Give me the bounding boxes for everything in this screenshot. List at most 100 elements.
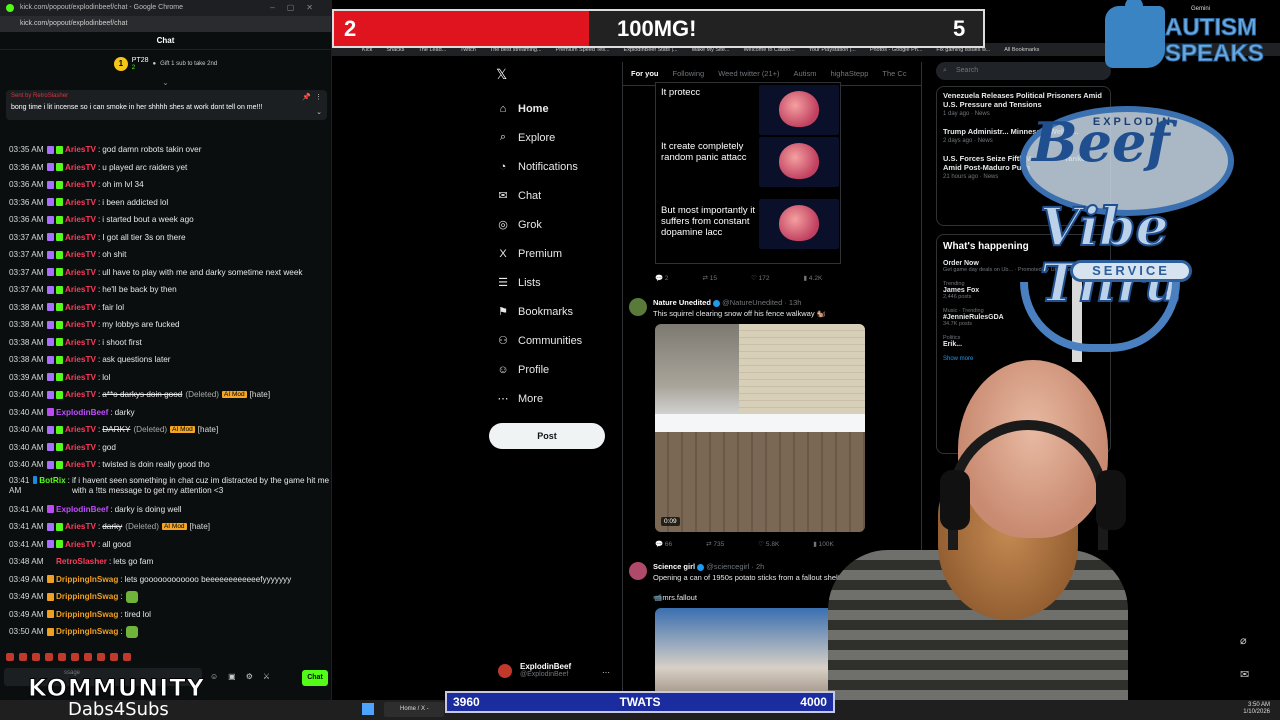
timeline-tab[interactable]: The Cc [882,69,906,78]
emote-icon[interactable]: ☺ [210,672,218,681]
chat-username[interactable]: DrippingInSwag [56,610,118,619]
chat-send-button[interactable]: Chat [302,670,328,686]
pinned-text: bong time i lit incense so i can smoke i… [11,104,263,111]
emote-bar[interactable] [0,650,332,664]
meme-image[interactable]: It protecc It create completely random p… [655,82,841,264]
chat-username[interactable]: DrippingInSwag [56,627,118,636]
repost-button[interactable]: ⇄ 15 [703,274,718,282]
views-button[interactable]: ▮ 4.2K [804,274,823,282]
more-icon[interactable]: ⋮ [315,93,322,101]
chat-username[interactable]: RetroSlasher [56,557,107,566]
message-timestamp: 03:41 AM [9,522,44,532]
reply-button[interactable]: 💬 2 [655,274,669,282]
nav-profile[interactable]: ☺ Profile [492,355,632,384]
chat-username[interactable]: DrippingInSwag [56,592,118,601]
nav-home[interactable]: ⌂ Home [492,94,632,123]
address-bar[interactable]: kick.com/popout/explodinbeef/chat [0,16,331,32]
gifter-leaderboard[interactable]: 1 PT28 2 ● Gift 1 sub to take 2nd [0,50,331,78]
emote-icon [125,625,138,638]
sub-badge-icon [47,425,54,434]
mod-icon[interactable]: ⚔ [263,672,270,681]
nav-label: Premium [518,247,563,260]
chat-message: 03:40 AM AriesTV: a**o darkys doin good (De… [9,390,271,400]
chat-username[interactable]: AriesTV [65,163,96,172]
collapse-icon[interactable]: ⌄ [316,108,322,116]
avatar[interactable] [629,562,647,580]
sub-badge-icon [47,250,54,259]
sub-badge-icon [47,233,54,242]
taskbar-chrome-item[interactable]: Home / X - Goo... [384,702,444,717]
message-timestamp: 03:36 AM [9,215,44,225]
chat-username[interactable]: AriesTV [65,250,96,259]
sub-badge-icon [47,443,54,452]
chat-username[interactable]: ExplodinBeef [56,408,108,417]
chat-username[interactable]: AriesTV [65,303,96,312]
chat-username[interactable]: AriesTV [65,198,96,207]
ai-mod-badge: AI Mod [222,391,247,399]
nav-notifications[interactable]: ◔ Notifications [492,152,632,181]
verified-badge-icon [56,425,63,434]
settings-icon[interactable]: ⚙ [246,672,253,681]
chat-username[interactable]: AriesTV [65,390,96,399]
emote-icon [125,590,138,603]
chat-message: 03:49 AM DrippingInSwag: lets gooooooooooo… [9,574,292,584]
reply-button[interactable]: 💬 66 [655,540,672,548]
x-logo-icon[interactable]: 𝕏 [496,66,632,94]
chat-username[interactable]: AriesTV [65,285,96,294]
pin-icon[interactable]: 📌 [302,93,311,101]
chat-username[interactable]: AriesTV [65,425,96,434]
post2-header: Nature Unedited @NatureUnedited · 13h [653,298,802,307]
timeline-tab[interactable]: For you [631,69,659,78]
chat-username[interactable]: DrippingInSwag [56,575,118,584]
nav-communities[interactable]: ⚇ Communities [492,326,632,355]
chat-username[interactable]: AriesTV [65,373,96,382]
like-button[interactable]: ♡ 5.8K [758,540,779,548]
timeline-tab[interactable]: Weed twitter (21+) [718,69,779,78]
repost-button[interactable]: ⇄ 735 [706,540,724,548]
chat-username[interactable]: AriesTV [65,215,96,224]
account-more-icon[interactable]: ⋯ [602,668,610,677]
ai-mod-badge: AI Mod [170,426,195,434]
nav-grok[interactable]: ◎ Grok [492,210,632,239]
message-text: darky [102,522,123,532]
autism-speaks-logo: AUTISM SPEAKS [1105,0,1275,74]
timeline-tab[interactable]: Autism [794,69,817,78]
chat-username[interactable]: AriesTV [65,355,96,364]
timeline-tab[interactable]: Following [673,69,705,78]
post-button[interactable]: Post [489,423,605,449]
chat-username[interactable]: BotRix [39,476,65,486]
like-button[interactable]: ♡ 172 [751,274,770,282]
all-bookmarks[interactable]: All Bookmarks [1004,47,1039,53]
gift-icon[interactable]: ▣ [228,672,236,681]
chat-username[interactable]: AriesTV [65,180,96,189]
chat-username[interactable]: AriesTV [65,338,96,347]
message-text: i shoot first [102,337,142,347]
chevron-down-icon[interactable]: ⌄ [0,78,331,88]
chat-username[interactable]: AriesTV [65,268,96,277]
chat-username[interactable]: ExplodinBeef [56,505,108,514]
nav-lists[interactable]: ☰ Lists [492,268,632,297]
message-text: DARKY [102,425,131,435]
account-switcher[interactable]: ExplodinBeef @ExplodinBeef [520,662,571,678]
message-text: oh im lvl 34 [102,180,144,190]
chat-username[interactable]: AriesTV [65,233,96,242]
windows-start-icon[interactable] [362,703,374,715]
timeline-tab[interactable]: highaStepp [830,69,868,78]
account-avatar[interactable] [498,664,512,678]
nav-chat[interactable]: ✉ Chat [492,181,632,210]
chat-username[interactable]: AriesTV [65,460,96,469]
grok-icon: ◎ [498,219,508,231]
chat-username[interactable]: AriesTV [65,145,96,154]
chat-username[interactable]: AriesTV [65,540,96,549]
nav-explore[interactable]: ⌕ Explore [492,123,632,152]
nav-bookmarks[interactable]: ⚑ Bookmarks [492,297,632,326]
chat-username[interactable]: AriesTV [65,443,96,452]
chat-username[interactable]: AriesTV [65,320,96,329]
avatar[interactable] [629,298,647,316]
search-input[interactable]: ⌕ Search [936,62,1111,80]
nav-more[interactable]: ⋯ More [492,384,632,413]
chat-message: 03:35 AM AriesTV: god damn robots takin ov… [9,145,202,155]
chat-username[interactable]: AriesTV [65,522,96,531]
nav-premium[interactable]: X Premium [492,239,632,268]
window-controls[interactable]: –▢✕ [270,0,325,16]
